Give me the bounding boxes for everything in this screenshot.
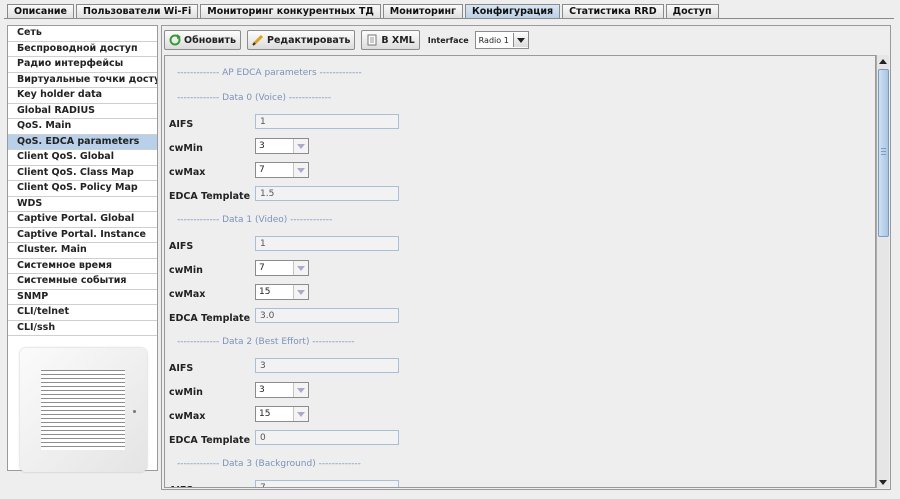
sidebar-item[interactable]: WDS — [8, 197, 157, 212]
aifs-field[interactable]: 1 — [255, 236, 399, 251]
sidebar-item[interactable]: Captive Portal. Global — [8, 212, 157, 228]
tab-2[interactable]: Мониторинг конкурентных ТД — [200, 4, 381, 19]
device-grille — [41, 370, 125, 450]
sidebar-item[interactable]: QoS. EDCA parameters — [8, 134, 157, 150]
sidebar-item[interactable]: Системные события — [8, 274, 157, 290]
sidebar-item[interactable]: Client QoS. Policy Map — [8, 181, 157, 197]
cwmax-select[interactable]: 15 — [255, 406, 309, 422]
sidebar-item[interactable]: Key holder data — [8, 88, 157, 104]
cwmax-select[interactable]: 15 — [255, 284, 309, 300]
sidebar-item[interactable]: Системное время — [8, 259, 157, 274]
form-header: ------------- AP EDCA parameters -------… — [177, 68, 362, 78]
aifs-label: AIFS — [169, 485, 193, 487]
chevron-down-icon[interactable] — [293, 407, 308, 421]
sidebar-item[interactable]: Global RADIUS — [8, 104, 157, 119]
cwmin-label: cwMin — [169, 143, 203, 154]
aifs-label: AIFS — [169, 241, 194, 252]
template-label: EDCA Template — [169, 435, 251, 446]
sidebar-item[interactable]: Cluster. Main — [8, 243, 157, 259]
tab-bar: Описание Пользователи Wi-Fi Мониторинг кон… — [0, 0, 900, 19]
vertical-scrollbar[interactable] — [876, 55, 889, 488]
template-label: EDCA Template — [169, 313, 251, 324]
cwmax-value: 7 — [259, 165, 265, 175]
cwmin-value: 3 — [259, 385, 265, 395]
template-field[interactable]: 1.5 — [255, 186, 399, 201]
template-field[interactable]: 3.0 — [255, 308, 399, 323]
tab-divider — [4, 18, 894, 19]
pencil-icon — [252, 34, 264, 46]
section-title: ------------- Data 3 (Background) ------… — [177, 459, 361, 469]
sidebar-item[interactable]: Радио интерфейсы — [8, 57, 157, 73]
template-label: EDCA Template — [169, 191, 251, 202]
cwmax-label: cwMax — [169, 411, 206, 422]
section-title: ------------- Data 0 (Voice) -----------… — [177, 93, 332, 103]
sidebar-item[interactable]: Client QoS. Global — [8, 150, 157, 166]
export-xml-button[interactable]: В XML — [361, 30, 420, 50]
chevron-down-icon[interactable] — [293, 261, 308, 275]
interface-label: Interface — [427, 35, 469, 45]
tab-6[interactable]: Доступ — [665, 4, 719, 19]
cwmin-select[interactable]: 3 — [255, 138, 309, 154]
tab-5[interactable]: Статистика RRD — [562, 4, 664, 19]
main-panel: Обновить Редактировать В XML Interface R… — [161, 25, 891, 490]
chevron-down-icon[interactable] — [293, 163, 308, 177]
chevron-down-icon[interactable] — [293, 139, 308, 153]
tab-0[interactable]: Описание — [7, 4, 75, 19]
interface-select[interactable]: Radio 1 — [474, 31, 529, 49]
cwmin-value: 7 — [259, 263, 265, 273]
cwmin-label: cwMin — [169, 387, 203, 398]
sidebar-item[interactable]: Беспроводной доступ — [8, 42, 157, 57]
sidebar-item[interactable]: CLI/telnet — [8, 305, 157, 321]
cwmax-label: cwMax — [169, 167, 206, 178]
toolbar: Обновить Редактировать В XML Interface R… — [164, 29, 529, 51]
refresh-icon — [169, 34, 181, 46]
aifs-label: AIFS — [169, 363, 194, 374]
refresh-button[interactable]: Обновить — [164, 30, 241, 50]
chevron-down-icon[interactable] — [512, 33, 528, 47]
tab-1[interactable]: Пользователи Wi-Fi — [76, 4, 199, 19]
edit-label: Редактировать — [266, 34, 351, 46]
cwmax-value: 15 — [259, 287, 271, 297]
aifs-field[interactable]: 1 — [255, 114, 399, 129]
sidebar-nav: Сеть Беспроводной доступ Радио интерфейсы В… — [7, 25, 158, 472]
cwmax-value: 15 — [259, 409, 271, 419]
sidebar-item[interactable]: Client QoS. Class Map — [8, 166, 157, 181]
sidebar-item[interactable]: QoS. Main — [8, 119, 157, 135]
aifs-field[interactable]: 3 — [255, 358, 399, 373]
sidebar-item[interactable]: Сеть — [8, 26, 157, 42]
export-xml-label: В XML — [381, 34, 415, 46]
cwmin-label: cwMin — [169, 265, 203, 276]
cwmin-select[interactable]: 7 — [255, 260, 309, 276]
cwmax-select[interactable]: 7 — [255, 162, 309, 178]
section-title: ------------- Data 1 (Video) -----------… — [177, 215, 333, 225]
tab-4[interactable]: Конфигурация — [465, 4, 561, 19]
template-field[interactable]: 0 — [255, 430, 399, 445]
scroll-thumb[interactable] — [878, 69, 889, 237]
scroll-up-icon[interactable] — [877, 55, 889, 67]
tab-3[interactable]: Мониторинг — [382, 4, 463, 19]
sidebar-item[interactable]: CLI/ssh — [8, 321, 157, 336]
access-point-image — [20, 348, 147, 472]
sidebar-item[interactable]: SNMP — [8, 290, 157, 305]
chevron-down-icon[interactable] — [293, 285, 308, 299]
cwmin-select[interactable]: 3 — [255, 382, 309, 398]
chevron-down-icon[interactable] — [293, 383, 308, 397]
document-icon — [367, 34, 377, 46]
section-title: ------------- Data 2 (Best Effort) -----… — [177, 337, 355, 347]
cwmin-value: 3 — [259, 141, 265, 151]
cwmax-label: cwMax — [169, 289, 206, 300]
interface-value: Radio 1 — [478, 35, 509, 45]
sidebar-item[interactable]: Виртуальные точки доступа — [8, 73, 157, 88]
edit-button[interactable]: Редактировать — [246, 30, 356, 50]
aifs-label: AIFS — [169, 119, 194, 130]
scroll-down-icon[interactable] — [877, 476, 889, 488]
edca-form: ------------- AP EDCA parameters -------… — [164, 55, 876, 488]
tabs: Описание Пользователи Wi-Fi Мониторинг кон… — [7, 4, 721, 19]
sidebar-item[interactable]: Captive Portal. Instance — [8, 228, 157, 243]
device-led — [133, 410, 136, 413]
aifs-field[interactable]: 7 — [255, 480, 399, 487]
refresh-label: Обновить — [184, 34, 236, 46]
